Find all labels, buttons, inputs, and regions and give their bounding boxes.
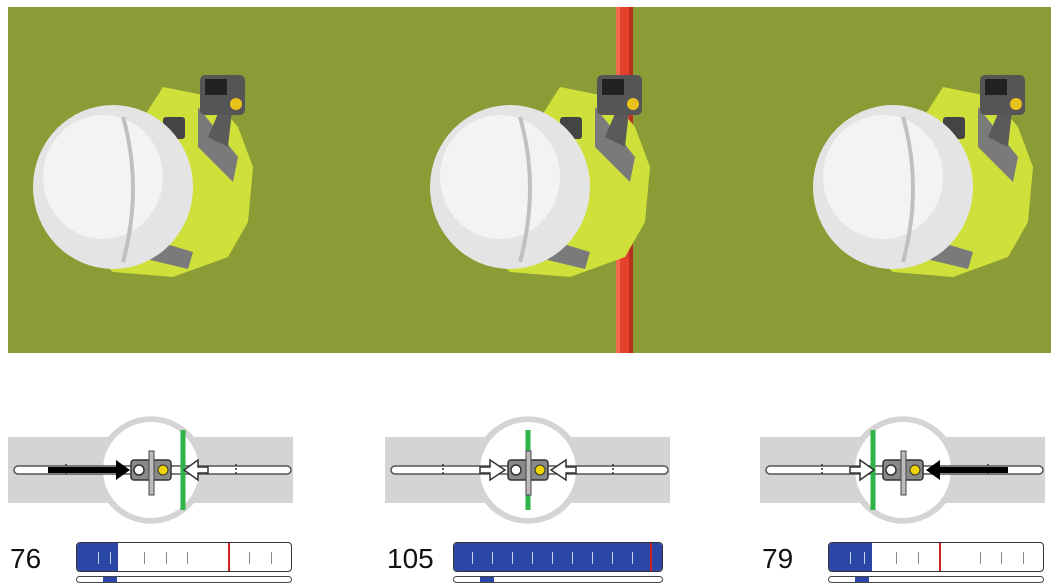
signal-strength-bar bbox=[828, 542, 1044, 572]
threshold-marker bbox=[650, 543, 652, 571]
guidance-gauge bbox=[8, 416, 293, 524]
signal-strength-bar bbox=[453, 542, 663, 572]
guidance-gauge bbox=[760, 416, 1045, 524]
worker-center bbox=[420, 7, 660, 353]
locator-display-1: 76 bbox=[8, 405, 298, 585]
depth-readout: 105 bbox=[387, 543, 434, 574]
guidance-gauge bbox=[385, 416, 670, 524]
position-marker bbox=[480, 577, 494, 582]
threshold-marker bbox=[939, 543, 941, 571]
position-marker bbox=[103, 577, 117, 582]
position-indicator bbox=[453, 576, 663, 583]
depth-readout: 76 bbox=[10, 543, 42, 574]
position-indicator bbox=[76, 576, 292, 583]
locator-display-3: 79 bbox=[760, 405, 1050, 585]
threshold-marker bbox=[228, 543, 230, 571]
worker-left bbox=[23, 7, 263, 353]
locator-display-2: 105 bbox=[385, 405, 675, 585]
signal-strength-bar bbox=[76, 542, 292, 572]
depth-readout: 79 bbox=[762, 543, 794, 574]
worker-right bbox=[803, 7, 1043, 353]
field-scene bbox=[8, 7, 1051, 353]
position-indicator bbox=[828, 576, 1044, 583]
signal-fill bbox=[454, 543, 662, 571]
position-marker bbox=[855, 577, 869, 582]
